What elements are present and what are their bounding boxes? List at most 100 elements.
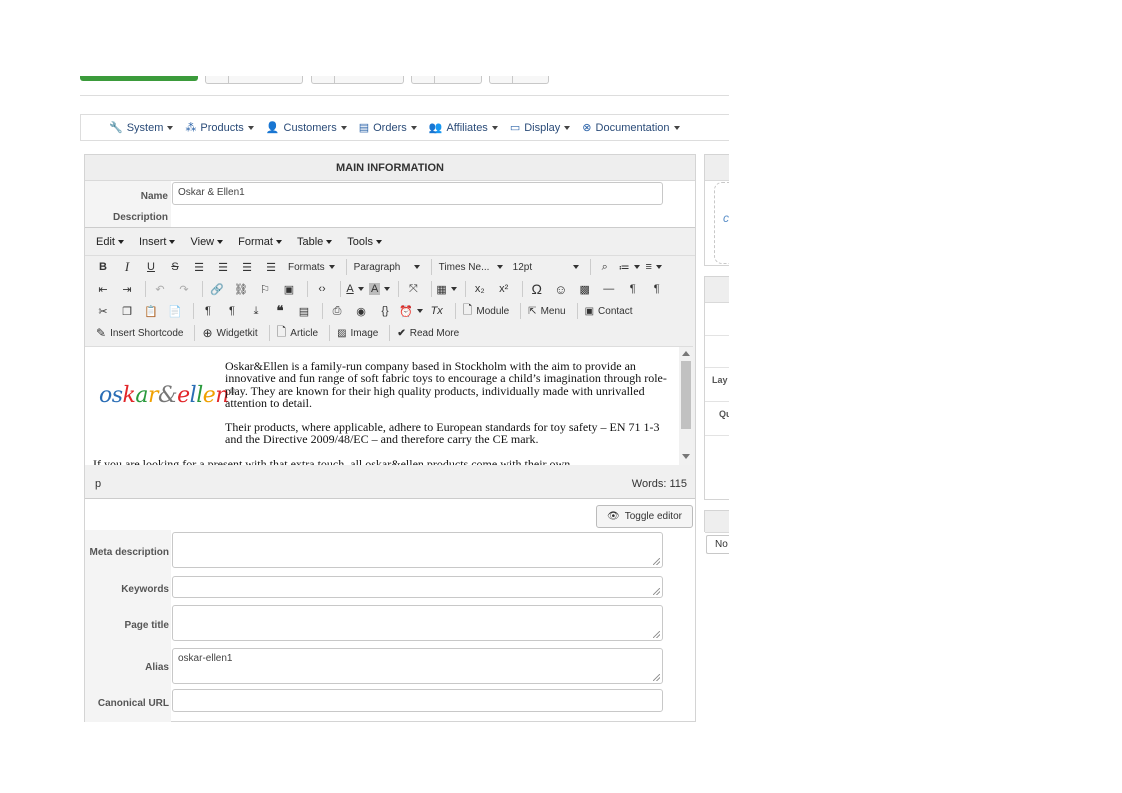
preview-icon[interactable]: ◉ [351,302,371,320]
align-right-icon[interactable]: ☰ [237,258,257,276]
insert-icon[interactable]: ⤓ [246,302,266,320]
menu-display[interactable]: ▭ Display [510,121,571,134]
scrollbar-thumb[interactable] [681,361,691,429]
date-time-icon[interactable]: ⏰ [399,302,423,320]
page-title-field[interactable] [172,605,663,641]
align-justify-icon[interactable]: ☰ [261,258,281,276]
name-field[interactable]: Oskar & Ellen1 [172,182,663,205]
background-color-icon[interactable]: A [369,280,391,298]
anchor-icon[interactable]: ⚐ [255,280,275,298]
image-button[interactable]: ▨ Image [334,324,381,342]
editor-menu-edit[interactable]: Edit [96,236,124,248]
editor-menu-insert[interactable]: Insert [139,236,176,248]
visual-chars-icon[interactable]: ¶ [222,302,242,320]
clear-format-icon[interactable]: Tx [427,302,447,320]
user-icon: 👤 [265,122,280,134]
toolbar-separator [340,281,341,297]
code-icon[interactable]: ‹› [312,280,332,298]
scroll-up-icon[interactable] [682,351,690,356]
toggle-editor-button[interactable]: 👁 Toggle editor [596,505,693,528]
resize-handle[interactable] [653,558,660,565]
menu-button[interactable]: ⇱ Menu [525,302,568,320]
text-color-icon[interactable]: A [345,280,365,298]
redo-icon[interactable]: ↷ [174,280,194,298]
keywords-field[interactable] [172,576,663,598]
paste-icon[interactable]: 📋 [141,302,161,320]
module-button[interactable]: 🗋 Module [460,302,512,320]
outdent-icon[interactable]: ⇤ [93,280,113,298]
menu-orders[interactable]: ▤ Orders [359,121,417,134]
resize-handle[interactable] [653,674,660,681]
editor-menu-view[interactable]: View [190,236,224,248]
horizontal-rule-icon[interactable]: — [599,280,619,298]
image-icon[interactable]: ▣ [279,280,299,298]
print-icon[interactable]: ⎙ [327,302,347,320]
toolbar-separator [145,281,146,297]
scroll-down-icon[interactable] [682,454,690,459]
italic-icon[interactable]: I [117,258,137,276]
widgetkit-button[interactable]: ⊕ Widgetkit [199,324,260,342]
rtl-icon[interactable]: ¶ [647,280,667,298]
link-icon[interactable]: 🔗 [207,280,227,298]
font-size-dropdown[interactable]: 12pt [510,258,582,276]
align-left-icon[interactable]: ☰ [189,258,209,276]
subscript-icon[interactable]: x₂ [470,280,490,298]
underline-icon[interactable]: U [141,258,161,276]
menu-documentation[interactable]: ⊗ Documentation [582,121,680,134]
read-more-button[interactable]: ✔ Read More [394,324,462,342]
toolbar-button[interactable] [489,76,549,84]
resize-handle[interactable] [653,631,660,638]
editor-scrollbar[interactable] [679,346,693,465]
bold-icon[interactable]: B [93,258,113,276]
editor-menu-tools[interactable]: Tools [347,236,382,248]
table-icon[interactable]: ▦ [436,280,457,298]
toolbar-button[interactable] [411,76,482,84]
toolbar-button[interactable] [205,76,303,84]
contact-button[interactable]: ▣ Contact [582,302,636,320]
fullscreen-icon[interactable]: ⤧ [403,280,423,298]
template-icon[interactable]: ▤ [294,302,314,320]
editor-menu-format[interactable]: Format [238,236,282,248]
find-replace-icon[interactable]: ⌕ [595,258,615,276]
canonical-url-field[interactable] [172,689,663,712]
ltr-icon[interactable]: ¶ [623,280,643,298]
menu-system[interactable]: 🔧 System [109,121,174,134]
editor-toolbar-row-2: ⇤ ⇥ ↶ ↷ 🔗 ⛓ ⚐ ▣ ‹› A A ⤧ ▦ x₂ x² Ω ☺ ▩ —… [85,278,695,300]
formats-dropdown[interactable]: Formats [285,258,338,276]
insert-shortcode-button[interactable]: ✎ Insert Shortcode [93,324,186,342]
media-icon[interactable]: ▩ [575,280,595,298]
paragraph-icon[interactable]: ¶ [198,302,218,320]
superscript-icon[interactable]: x² [494,280,514,298]
blockquote-icon[interactable]: ❝ [270,302,290,320]
bullet-list-icon[interactable]: ≔ [619,258,640,276]
font-family-dropdown[interactable]: Times Ne... [436,258,506,276]
editor-content-area[interactable]: oskar&ellen® Oskar&Ellen is a family-run… [85,346,681,465]
menu-affiliates[interactable]: 👥 Affiliates [429,121,498,134]
resize-handle[interactable] [653,588,660,595]
alias-field[interactable]: oskar-ellen1 [172,648,663,684]
article-button[interactable]: 🗋 Article [274,324,321,342]
save-button[interactable] [80,76,198,81]
strikethrough-icon[interactable]: S [165,258,185,276]
copy-icon[interactable]: ❐ [117,302,137,320]
emoticons-icon[interactable]: ☺ [551,280,571,298]
indent-icon[interactable]: ⇥ [117,280,137,298]
special-char-icon[interactable]: Ω [527,280,547,298]
source-code-icon[interactable]: {} [375,302,395,320]
right-select[interactable]: No [706,535,729,554]
unlink-icon[interactable]: ⛓ [231,280,251,298]
numbered-list-icon[interactable]: ≡ [644,258,664,276]
menu-products[interactable]: ⁂ Products [185,121,254,134]
chevron-down-icon [357,287,364,291]
meta-description-field[interactable] [172,532,663,568]
menu-customers[interactable]: 👤 Customers [266,121,347,134]
toolbar-separator [202,281,203,297]
element-path[interactable]: p [95,478,101,490]
paste-text-icon[interactable]: 📄 [165,302,185,320]
block-format-dropdown[interactable]: Paragraph [351,258,423,276]
align-center-icon[interactable]: ☰ [213,258,233,276]
undo-icon[interactable]: ↶ [150,280,170,298]
toolbar-button[interactable] [311,76,404,84]
cut-icon[interactable]: ✂ [93,302,113,320]
editor-menu-table[interactable]: Table [297,236,333,248]
